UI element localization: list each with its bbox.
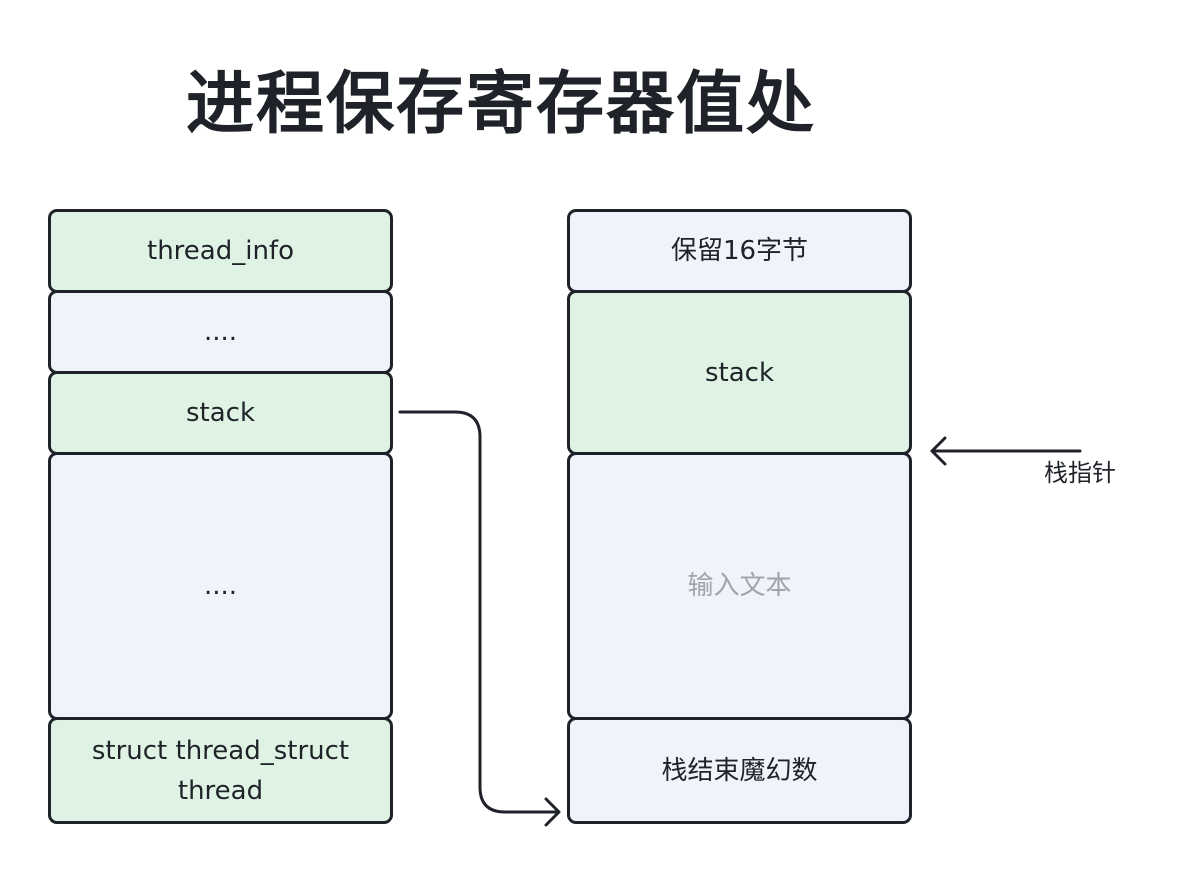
- connector-layer: [398, 410, 1082, 827]
- stack-pointer-label: 栈指针: [1044, 459, 1116, 487]
- stack-connector-arrow: [398, 410, 560, 814]
